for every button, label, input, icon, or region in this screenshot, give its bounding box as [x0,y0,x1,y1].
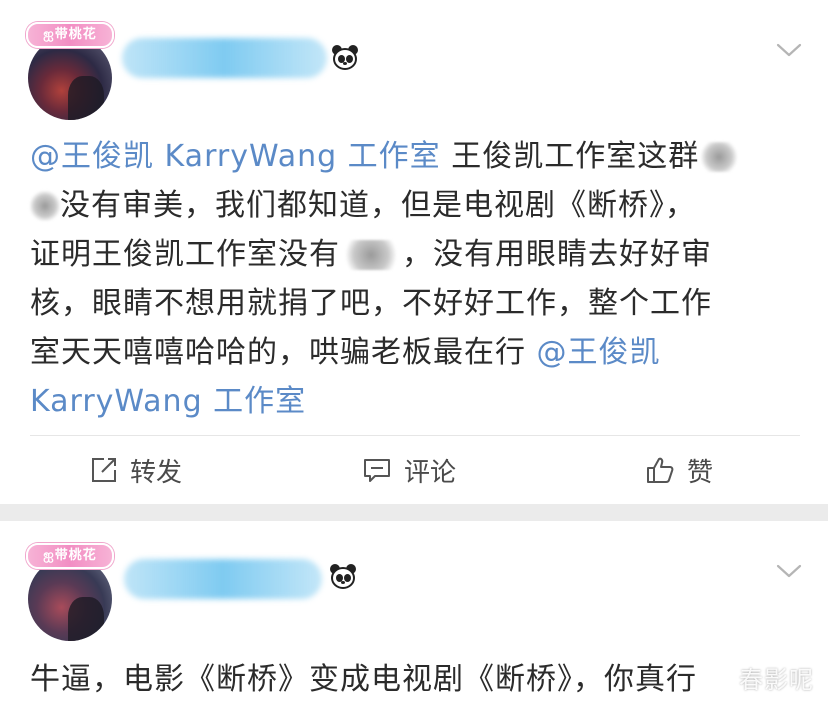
post-card-1: ஐ带桃花 @王俊凯 KarryWang 工作室 王俊凯工作室这群 没有审美，我们… [0,0,828,504]
post-text-segment: ，没有用眼睛去好好审 [402,237,712,272]
avatar-badge: ஐ带桃花 [26,543,114,569]
chevron-down-icon[interactable] [776,42,802,58]
panda-icon [330,44,360,72]
repost-button[interactable]: 转发 [90,452,182,488]
post-text-segment: 室天天嘻嘻哈哈的，哄骗老板最在行 [30,335,526,370]
post-line-3: 证明王俊凯工作室没有 ，没有用眼睛去好好审 [30,230,739,279]
repost-label: 转发 [130,457,183,488]
avatar[interactable]: ஐ带桃花 [26,543,114,641]
post-text-segment: 核，眼睛不想用就捐了吧，不好好工作，整个工作 [30,286,712,321]
comment-icon [364,459,390,482]
username-redacted[interactable] [122,38,327,78]
mention-link[interactable]: @王俊凯 [537,335,661,370]
username-redacted[interactable] [124,559,322,599]
redacted-mark [30,191,60,221]
divider [30,435,800,436]
mention-link[interactable]: @王俊凯 KarryWang 工作室 [30,139,441,174]
post-line-1: @王俊凯 KarryWang 工作室 王俊凯工作室这群 [30,132,740,181]
panda-icon [328,563,358,591]
watermark: 春影呢 [739,666,814,694]
post-text-segment: 没有审美，我们都知道，但是电视剧《断桥》， [60,188,696,223]
post-line-6: KarryWang 工作室 [30,377,739,426]
post-line-4: 核，眼睛不想用就捐了吧，不好好工作，整个工作 [30,279,739,328]
post-line-1: 牛逼，电影《断桥》变成电视剧《断桥》，你真行 [30,662,697,697]
repost-icon [92,458,116,482]
post-text-segment: 王俊凯工作室这群 [451,139,700,174]
comment-button[interactable]: 评论 [362,452,456,488]
avatar-image [28,557,112,641]
post-card-2: ஐ带桃花 牛逼，电影《断桥》变成电视剧《断桥》，你真行 春影呢 [0,521,828,707]
chevron-down-icon[interactable] [776,563,802,579]
post-text-segment: 证明王俊凯工作室没有 [30,237,340,272]
like-label: 赞 [687,457,714,488]
mention-link[interactable]: KarryWang 工作室 [30,384,306,419]
redacted-mark [699,142,740,172]
comment-label: 评论 [404,457,457,488]
thumbs-up-icon [647,457,674,483]
post-body: 牛逼，电影《断桥》变成电视剧《断桥》，你真行 [30,655,697,704]
avatar-image [28,36,112,120]
post-body: @王俊凯 KarryWang 工作室 王俊凯工作室这群 没有审美，我们都知道，但… [30,132,740,426]
avatar-badge: ஐ带桃花 [26,22,114,48]
redacted-mark [340,240,402,270]
avatar[interactable]: ஐ带桃花 [26,22,114,120]
post-line-5: 室天天嘻嘻哈哈的，哄骗老板最在行 @王俊凯 [30,328,739,377]
post-line-2: 没有审美，我们都知道，但是电视剧《断桥》， [30,181,739,230]
like-button[interactable]: 赞 [645,452,713,488]
